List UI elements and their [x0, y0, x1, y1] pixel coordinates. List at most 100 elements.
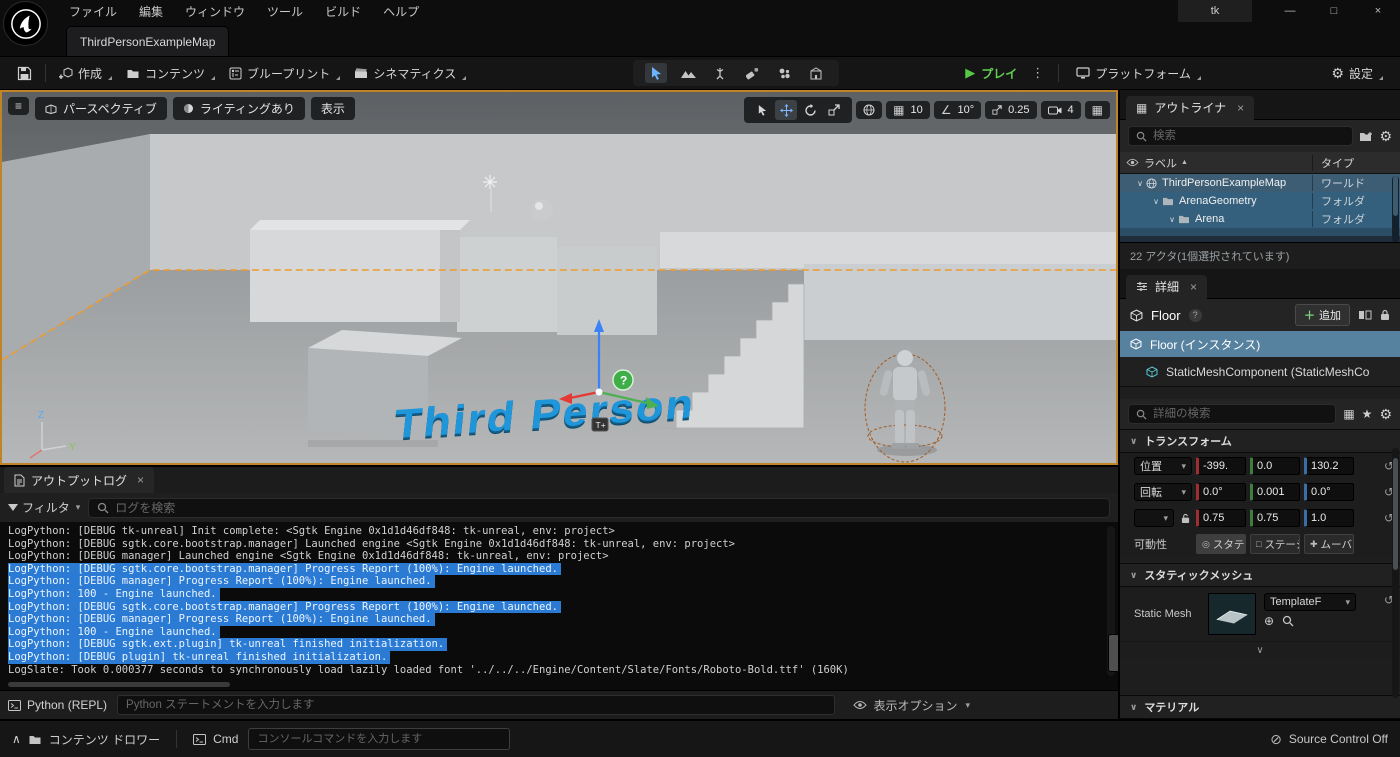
log-vertical-scrollbar[interactable] — [1107, 526, 1118, 676]
menu-item-tools[interactable]: ツール — [256, 1, 314, 22]
location-x-field[interactable]: -399. — [1196, 457, 1246, 475]
tab-level[interactable]: ThirdPersonExampleMap — [66, 26, 230, 56]
type-column-header[interactable]: タイプ — [1312, 154, 1400, 171]
outliner-row-folder[interactable]: ∨ ArenaGeometry フォルダ — [1120, 192, 1400, 210]
log-line[interactable]: LogSlate: Took 0.000377 seconds to synch… — [8, 664, 1110, 677]
minimize-button[interactable]: — — [1268, 0, 1312, 22]
log-line[interactable]: LogPython: [DEBUG manager] Progress Repo… — [8, 575, 435, 588]
location-type-combo[interactable]: 位置 ▾ — [1134, 457, 1192, 475]
menu-item-edit[interactable]: 編集 — [128, 1, 174, 22]
landscape-mode-button[interactable] — [677, 63, 699, 83]
viewport-layout-button[interactable]: ▦ — [1084, 101, 1110, 119]
tab-details[interactable]: 詳細 × — [1126, 274, 1208, 299]
settings-button[interactable]: ⚙ 設定 — [1324, 61, 1390, 86]
advanced-expander[interactable]: ∨ — [1120, 641, 1400, 659]
log-line[interactable]: LogPython: 100 - Engine launched. — [8, 625, 220, 639]
play-button[interactable]: ▶ プレイ — [959, 62, 1023, 85]
menu-item-window[interactable]: ウィンドウ — [174, 1, 256, 22]
viewport-menu-button[interactable]: ≡ — [8, 97, 30, 115]
menu-item-help[interactable]: ヘルプ — [372, 1, 430, 22]
source-control-button[interactable]: ⊘ Source Control Off — [1270, 731, 1388, 748]
fracture-mode-button[interactable] — [773, 63, 795, 83]
property-matrix-button[interactable]: ▦ — [1343, 408, 1354, 420]
unreal-logo-icon[interactable] — [3, 1, 48, 46]
log-line[interactable]: LogPython: [DEBUG sgtk.core.bootstrap.ma… — [8, 600, 561, 614]
cinematics-button[interactable]: シネマティクス — [347, 61, 473, 86]
chevron-down-icon[interactable]: ∨ — [1150, 197, 1162, 206]
log-body[interactable]: LogPython: [DEBUG tk-unreal] Init comple… — [0, 522, 1118, 690]
brush-editing-mode-button[interactable] — [805, 63, 827, 83]
outliner-row-world[interactable]: ∨ ThirdPersonExampleMap ワールド — [1120, 174, 1400, 192]
log-line[interactable]: LogPython: [DEBUG sgtk.core.bootstrap.ma… — [8, 538, 1110, 551]
scale-y-field[interactable]: 0.75 — [1250, 509, 1300, 527]
static-mesh-asset-combo[interactable]: TemplateF ▾ — [1264, 593, 1356, 611]
log-line[interactable]: LogPython: [DEBUG sgtk.core.bootstrap.ma… — [8, 562, 561, 576]
outliner-scrollbar[interactable] — [1392, 176, 1399, 242]
angle-snap-control[interactable]: ∠ 10° — [933, 101, 982, 119]
label-column-header[interactable]: ラベル ▲ — [1144, 155, 1312, 171]
platforms-button[interactable]: プラットフォーム — [1069, 61, 1208, 86]
outliner-row-folder[interactable]: ∨ Arena フォルダ — [1120, 210, 1400, 228]
select-tool-button[interactable] — [751, 100, 773, 120]
add-folder-button[interactable] — [1359, 131, 1373, 142]
close-tab-icon[interactable]: × — [137, 473, 144, 487]
rotation-z-field[interactable]: 0.0° — [1304, 483, 1354, 501]
python-repl-button[interactable]: Python (REPL) — [8, 698, 107, 712]
mesh-paint-mode-button[interactable] — [741, 63, 763, 83]
move-tool-button[interactable] — [775, 100, 798, 120]
use-selected-asset-icon[interactable]: ⊕ — [1264, 615, 1274, 627]
log-line[interactable]: LogPython: [DEBUG tk-unreal] Init comple… — [8, 525, 1110, 538]
close-tab-icon[interactable]: × — [1237, 101, 1244, 115]
section-static-mesh[interactable]: ∨ スタティックメッシュ — [1120, 563, 1400, 587]
outliner-row-partial[interactable] — [1120, 228, 1400, 236]
create-button[interactable]: 作成 — [52, 61, 119, 86]
outliner-settings-button[interactable]: ⚙ — [1379, 128, 1392, 145]
sibling-panels-button[interactable] — [1358, 309, 1372, 321]
log-line[interactable]: LogPython: [DEBUG plugin] tk-unreal fini… — [8, 650, 391, 664]
location-z-field[interactable]: 130.2 — [1304, 457, 1354, 475]
log-line[interactable]: LogPython: [DEBUG manager] Progress Repo… — [8, 613, 435, 626]
log-search-input[interactable] — [115, 498, 1101, 517]
chevron-down-icon[interactable]: ∨ — [1134, 179, 1146, 188]
cmd-button[interactable]: Cmd — [193, 732, 238, 746]
scale-type-combo[interactable]: ▾ — [1134, 509, 1174, 527]
foliage-mode-button[interactable] — [709, 63, 731, 83]
lit-mode-button[interactable]: ライティングあり — [172, 97, 305, 120]
menu-item-build[interactable]: ビルド — [314, 1, 372, 22]
visibility-column-icon[interactable] — [1120, 158, 1144, 167]
browse-to-asset-icon[interactable] — [1282, 615, 1294, 627]
content-drawer-button[interactable]: ∧ コンテンツ ドロワー — [12, 731, 160, 748]
mobility-stationary-button[interactable]: □ ステーショナリ — [1250, 534, 1300, 554]
camera-speed-control[interactable]: 4 — [1040, 101, 1081, 119]
component-row-staticmesh[interactable]: StaticMeshComponent (StaticMeshCo — [1120, 357, 1400, 387]
rotation-x-field[interactable]: 0.0° — [1196, 483, 1246, 501]
scale-x-field[interactable]: 0.75 — [1196, 509, 1246, 527]
world-local-toggle[interactable] — [856, 101, 883, 119]
section-transform[interactable]: ∨ トランスフォーム — [1120, 429, 1400, 453]
console-command-input[interactable] — [248, 728, 511, 750]
play-options-icon[interactable]: ⋮ — [1027, 65, 1048, 81]
close-button[interactable]: × — [1356, 0, 1400, 22]
scale-lock-button[interactable] — [1178, 513, 1192, 524]
log-line[interactable]: LogPython: [DEBUG sgtk.ext.plugin] tk-un… — [8, 638, 448, 651]
blueprint-button[interactable]: ブループリント — [222, 61, 347, 86]
log-horizontal-scrollbar[interactable] — [8, 682, 230, 687]
restore-button[interactable]: □ — [1312, 0, 1356, 22]
details-search-input[interactable] — [1153, 405, 1329, 423]
chevron-down-icon[interactable]: ∨ — [1166, 215, 1178, 224]
help-icon[interactable]: ? — [1188, 308, 1202, 322]
log-line[interactable]: LogPython: 100 - Engine launched. — [8, 587, 220, 601]
content-button[interactable]: コンテンツ — [119, 61, 222, 86]
perspective-button[interactable]: パースペクティブ — [35, 97, 167, 120]
log-line[interactable]: LogPython: [DEBUG manager] Launched engi… — [8, 550, 1110, 563]
add-component-button[interactable]: ＋ 追加 — [1295, 304, 1350, 326]
tab-output-log[interactable]: アウトプットログ × — [4, 467, 155, 493]
lock-details-button[interactable] — [1380, 309, 1390, 321]
log-filter-button[interactable]: フィルタ ▾ — [8, 499, 80, 516]
display-options-button[interactable]: 表示オプション ▾ — [853, 697, 970, 714]
scale-snap-control[interactable]: 0.25 — [985, 101, 1037, 119]
section-materials[interactable]: ∨ マテリアル — [1120, 695, 1400, 719]
viewport[interactable]: Z Y Third Person ? T+ ≡ パースペクティブ ライティングあ… — [0, 90, 1118, 465]
rotation-type-combo[interactable]: 回転 ▾ — [1134, 483, 1192, 501]
rotate-tool-button[interactable] — [799, 100, 821, 120]
